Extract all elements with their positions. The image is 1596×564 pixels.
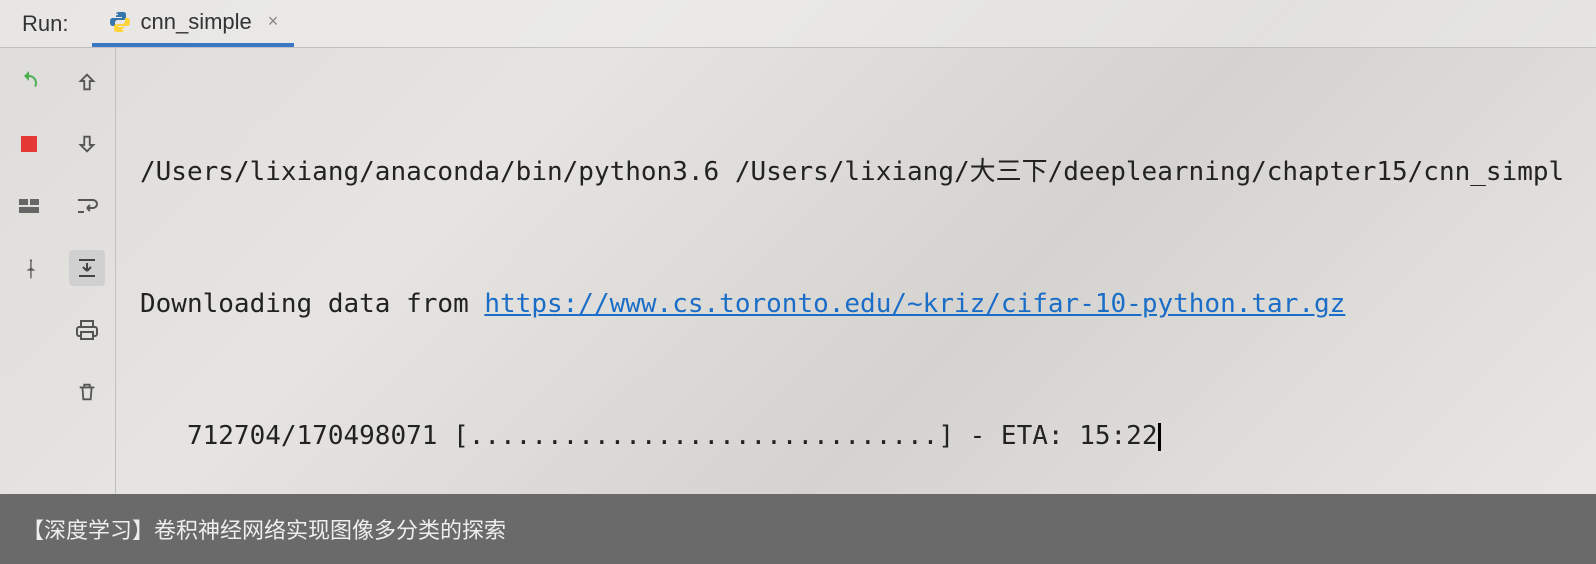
soft-wrap-button[interactable] bbox=[69, 188, 105, 224]
run-toolbar-secondary bbox=[58, 48, 116, 494]
up-button[interactable] bbox=[69, 64, 105, 100]
down-button[interactable] bbox=[69, 126, 105, 162]
console-output[interactable]: /Users/lixiang/anaconda/bin/python3.6 /U… bbox=[116, 48, 1596, 494]
console-line: /Users/lixiang/anaconda/bin/python3.6 /U… bbox=[140, 150, 1596, 194]
tab-label: cnn_simple bbox=[140, 9, 251, 35]
download-link[interactable]: https://www.cs.toronto.edu/~kriz/cifar-1… bbox=[484, 289, 1345, 319]
run-label: Run: bbox=[0, 11, 92, 37]
footer-text: 【深度学习】卷积神经网络实现图像多分类的探索 bbox=[22, 513, 506, 545]
stop-button[interactable] bbox=[11, 126, 47, 162]
trash-button[interactable] bbox=[69, 374, 105, 410]
text-cursor bbox=[1158, 423, 1161, 451]
scroll-to-end-button[interactable] bbox=[69, 250, 105, 286]
layout-button[interactable] bbox=[11, 188, 47, 224]
print-button[interactable] bbox=[69, 312, 105, 348]
pin-button[interactable] bbox=[11, 250, 47, 286]
close-icon[interactable]: × bbox=[268, 11, 279, 32]
python-icon bbox=[108, 10, 132, 34]
run-header: Run: cnn_simple × bbox=[0, 0, 1596, 48]
console-line: 712704/170498071 [......................… bbox=[140, 414, 1596, 458]
footer-caption: 【深度学习】卷积神经网络实现图像多分类的探索 bbox=[0, 494, 1596, 564]
run-tab[interactable]: cnn_simple × bbox=[92, 0, 294, 47]
run-toolbar-primary bbox=[0, 48, 58, 494]
rerun-button[interactable] bbox=[11, 64, 47, 100]
console-line: Downloading data from https://www.cs.tor… bbox=[140, 282, 1596, 326]
